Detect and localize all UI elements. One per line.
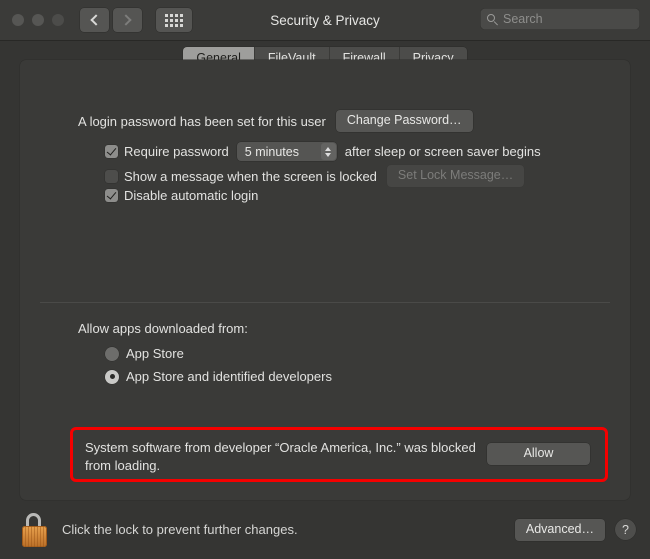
allow-button[interactable]: Allow (487, 443, 590, 465)
traffic-light-group (12, 14, 64, 26)
lock-hint-label: Click the lock to prevent further change… (62, 522, 298, 537)
require-password-suffix-label: after sleep or screen saver begins (344, 144, 541, 159)
blocked-software-highlight: System software from developer “Oracle A… (70, 427, 608, 482)
chevron-right-icon (120, 14, 132, 26)
general-pane: A login password has been set for this u… (20, 60, 630, 500)
allow-button-wrap: Allow (487, 443, 590, 465)
search-field[interactable] (480, 8, 650, 30)
back-button[interactable] (80, 8, 109, 32)
navigation-buttons (80, 8, 142, 32)
advanced-button[interactable]: Advanced… (514, 518, 605, 541)
app-store-label: App Store (126, 346, 184, 361)
show-all-preferences-button[interactable] (156, 8, 192, 32)
search-input[interactable] (503, 12, 650, 26)
lock-message-row: Show a message when the screen is locked… (105, 165, 525, 187)
open-padlock-icon[interactable] (22, 512, 48, 547)
window-titlebar: Security & Privacy (0, 0, 650, 41)
grid-dots-icon (165, 13, 183, 27)
change-password-button[interactable]: Change Password… (335, 110, 473, 132)
footer-actions: Advanced… ? (514, 518, 636, 541)
require-password-row: Require password 5 minutes after sleep o… (105, 142, 541, 161)
blocked-software-message: System software from developer “Oracle A… (85, 440, 476, 473)
disable-auto-login-checkbox[interactable] (105, 189, 118, 202)
app-store-identified-developers-label: App Store and identified developers (126, 369, 332, 384)
allow-apps-heading: Allow apps downloaded from: (78, 321, 248, 336)
password-status-label: A login password has been set for this u… (78, 113, 326, 129)
forward-button[interactable] (113, 8, 142, 32)
lock-message-checkbox[interactable] (105, 169, 118, 183)
radio-app-store-identified-developers[interactable]: App Store and identified developers (105, 369, 332, 384)
help-button[interactable]: ? (615, 519, 636, 540)
lock-message-label: Show a message when the screen is locked (124, 168, 377, 184)
set-lock-message-button[interactable]: Set Lock Message… (386, 165, 525, 187)
stepper-arrows-icon[interactable] (320, 143, 336, 160)
security-privacy-window: Security & Privacy General FileVault Fir… (0, 0, 650, 559)
app-store-radio[interactable] (105, 346, 119, 361)
search-icon (487, 13, 498, 25)
require-password-interval-value: 5 minutes (244, 144, 299, 159)
zoom-button[interactable] (52, 14, 64, 26)
login-password-row: A login password has been set for this u… (78, 110, 473, 132)
footer-bar: Click the lock to prevent further change… (0, 500, 650, 559)
minimize-button[interactable] (32, 14, 44, 26)
require-password-label: Require password (124, 144, 229, 159)
disable-auto-login-row: Disable automatic login (105, 188, 258, 203)
radio-app-store[interactable]: App Store (105, 346, 184, 361)
chevron-left-icon (90, 14, 102, 26)
section-divider (40, 302, 610, 303)
app-store-identified-developers-radio[interactable] (105, 369, 119, 384)
require-password-interval-popup[interactable]: 5 minutes (236, 142, 337, 161)
close-button[interactable] (12, 14, 24, 26)
disable-auto-login-label: Disable automatic login (124, 188, 259, 203)
require-password-checkbox[interactable] (105, 145, 118, 158)
